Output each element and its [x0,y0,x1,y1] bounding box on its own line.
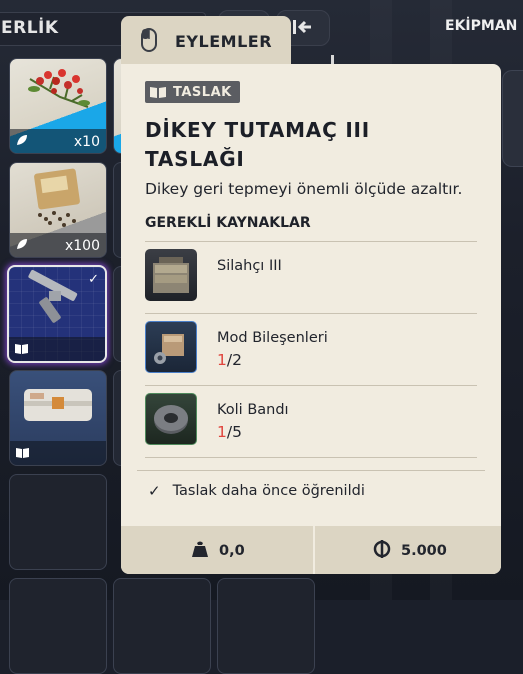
requirement-row: Koli Bandı 1/5 [145,386,477,445]
inventory-slot-empty[interactable] [9,578,107,674]
leaf-icon [16,134,28,149]
requirement-row: Silahçı III [145,242,477,301]
requirement-have: 1 [217,423,227,441]
item-description: Dikey geri tepmeyi önemli ölçüde azaltır… [145,180,463,198]
coin-icon [373,540,391,562]
mouse-icon [141,28,157,56]
requirement-have: 1 [217,351,227,369]
slot-count: x10 [73,134,100,150]
book-icon [15,343,28,357]
inventory-slot-plant[interactable]: x10 [9,58,107,154]
inventory-slot-blueprint-selected[interactable]: ✓ [7,265,107,363]
learned-status: ✓ Taslak daha önce öğrenildi [148,482,365,500]
requirement-quantity: 1/5 [217,423,242,441]
requirement-quantity: 1/2 [217,351,242,369]
inventory-slot-empty[interactable] [9,474,107,570]
requirement-row: Mod Bileşenleri 1/2 [145,314,477,373]
weight-value: 0,0 [219,543,245,559]
equipment-slot[interactable] [502,70,523,167]
weight-info: 0,0 [191,540,245,562]
blueprint-badge-label: TASLAK [173,84,232,100]
seed-bag-icon [34,168,80,227]
crate-icon [24,389,92,421]
book-icon [16,447,29,461]
book-icon [150,87,166,98]
tooltip-footer: 0,0 5.000 [121,526,501,574]
check-icon: ✓ [148,482,161,500]
duct-tape-icon [145,393,197,445]
inventory-slot-blueprint-crate[interactable] [9,370,107,466]
requirement-name: Mod Bileşenleri [217,330,328,346]
requirement-need: /2 [226,351,242,369]
plant-icon [28,69,90,108]
blueprint-badge: TASLAK [145,81,240,103]
requirement-name: Koli Bandı [217,402,289,418]
inventory-slot-empty[interactable] [113,578,211,674]
leaf-icon [16,238,28,253]
actions-tab[interactable]: EYLEMLER [121,16,291,66]
arrow-left-icon [291,18,313,40]
gunsmith-workbench-icon [145,249,197,301]
equipment-title: EKİPMAN [445,18,518,34]
inventory-slot-seeds[interactable]: x100 [9,162,107,258]
requirement-need: /5 [226,423,242,441]
inventory-slot-empty[interactable] [217,578,315,674]
mod-components-icon [145,321,197,373]
slot-count: x100 [64,238,100,254]
divider [145,457,477,458]
footer-divider [313,526,315,574]
requirements-header: GEREKLİ KAYNAKLAR [145,215,311,231]
weight-icon [191,540,209,562]
item-title: DİKEY TUTAMAÇ III TASLAĞI [145,118,371,171]
price-value: 5.000 [401,543,447,559]
learned-status-text: Taslak daha önce öğrenildi [172,483,365,499]
price-info: 5.000 [373,540,447,562]
actions-tab-label: EYLEMLER [175,32,273,51]
check-icon: ✓ [88,272,99,287]
inventory-title: ERLİK [1,18,59,38]
divider [137,470,485,471]
item-tooltip: TASLAK DİKEY TUTAMAÇ III TASLAĞI Dikey g… [121,64,501,574]
requirement-name: Silahçı III [217,258,282,274]
